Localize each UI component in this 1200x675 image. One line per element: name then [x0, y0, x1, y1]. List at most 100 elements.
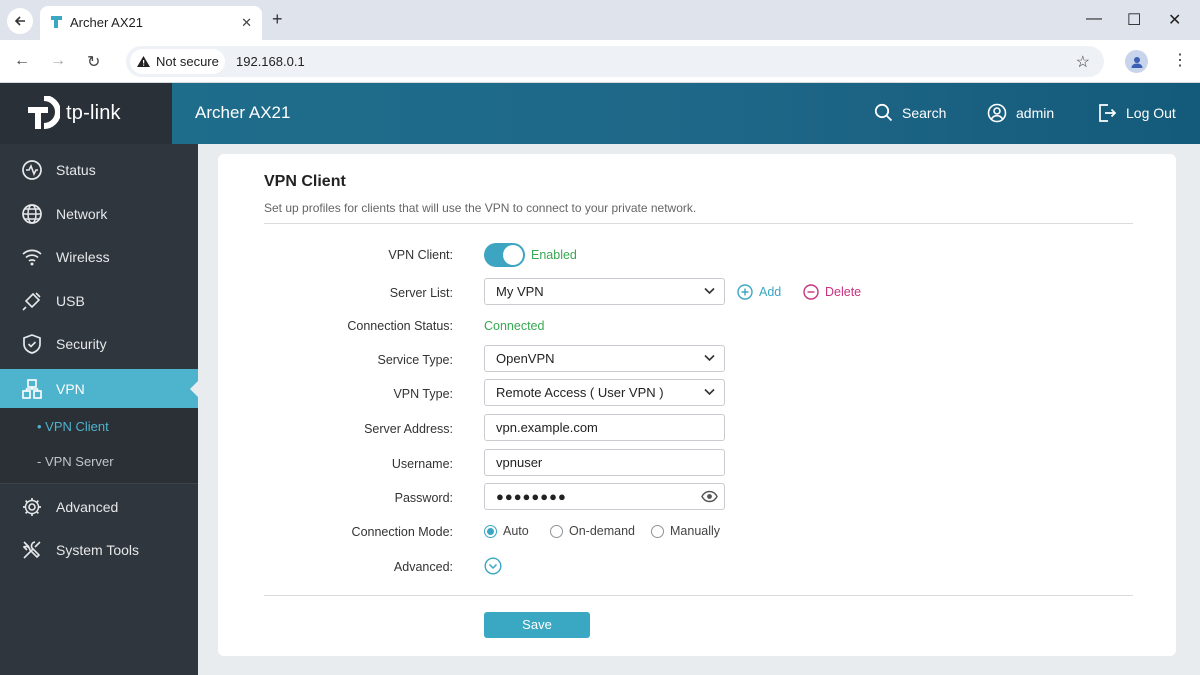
sidebar-item-security[interactable]: Security [0, 324, 198, 364]
sidebar-item-label: USB [56, 293, 85, 309]
logo-text: tp-link [66, 102, 121, 124]
chevron-down-icon [704, 287, 715, 295]
profile-avatar[interactable] [1125, 50, 1148, 73]
submenu-vpn-server[interactable]: - VPN Server [37, 454, 114, 469]
vpn-client-label: VPN Client: [388, 248, 453, 262]
sidebar-item-status[interactable]: Status [0, 150, 198, 190]
service-type-select[interactable]: OpenVPN [484, 345, 725, 372]
url-text[interactable]: 192.168.0.1 [236, 54, 305, 69]
shield-icon [23, 334, 41, 354]
tools-icon [22, 541, 41, 559]
user-circle-icon [987, 103, 1007, 123]
sidebar-item-usb[interactable]: USB [0, 281, 198, 321]
browser-menu-button[interactable]: ⋮ [1172, 50, 1188, 70]
person-icon [1131, 56, 1142, 68]
header-search-button[interactable]: Search [874, 103, 946, 122]
divider [264, 223, 1133, 224]
tab-title: Archer AX21 [70, 15, 143, 30]
username-label: Username: [391, 457, 453, 471]
active-indicator [190, 381, 198, 397]
service-type-value: OpenVPN [496, 351, 555, 366]
page-description: Set up profiles for clients that will us… [264, 201, 697, 215]
vpn-type-label: VPN Type: [393, 387, 453, 401]
close-window-button[interactable]: ✕ [1168, 10, 1181, 30]
add-server-button[interactable]: Add [737, 284, 781, 300]
logout-label: Log Out [1126, 105, 1176, 121]
logout-button[interactable]: Log Out [1098, 103, 1176, 123]
page-title: VPN Client [264, 173, 346, 190]
vpn-submenu: • VPN Client - VPN Server [0, 408, 198, 484]
back-button[interactable]: ← [14, 52, 30, 70]
sidebar-item-label: Wireless [56, 249, 110, 265]
browser-tab-bar: Archer AX21 ✕ + — ☐ ✕ [0, 0, 1200, 40]
save-button[interactable]: Save [484, 612, 590, 638]
sidebar-item-label: VPN [56, 380, 85, 397]
vpn-type-value: Remote Access ( User VPN ) [496, 385, 664, 400]
logout-icon [1099, 104, 1117, 122]
sidebar-item-advanced[interactable]: Advanced [0, 487, 198, 527]
bookmark-star-icon[interactable]: ☆ [1076, 52, 1090, 72]
tplink-favicon-icon [50, 14, 64, 33]
usb-icon [22, 292, 41, 311]
sidebar-item-vpn[interactable]: VPN [0, 369, 198, 408]
vpn-client-panel: VPN Client Set up profiles for clients t… [218, 154, 1176, 656]
expand-chevron-icon[interactable] [484, 557, 502, 575]
delete-label: Delete [825, 285, 862, 299]
connection-status-label: Connection Status: [347, 319, 453, 333]
arrow-left-icon [14, 16, 25, 26]
wifi-icon [22, 249, 42, 266]
connection-mode-label: Connection Mode: [351, 525, 453, 539]
delete-server-button[interactable]: Delete [803, 284, 861, 300]
plus-circle-icon [737, 284, 753, 300]
password-value: ●●●●●●●● [496, 489, 567, 504]
mode-auto-radio[interactable]: Auto [484, 524, 529, 538]
username-input[interactable]: vpnuser [484, 449, 725, 476]
server-address-input[interactable]: vpn.example.com [484, 414, 725, 441]
radio-unselected-icon [550, 524, 563, 538]
service-type-label: Service Type: [377, 353, 453, 367]
search-label: Search [902, 104, 947, 121]
radio-unselected-icon [651, 524, 664, 538]
server-list-value: My VPN [496, 284, 544, 299]
submenu-vpn-client[interactable]: • VPN Client [37, 419, 109, 434]
vpn-type-select[interactable]: Remote Access ( User VPN ) [484, 379, 725, 406]
security-chip[interactable]: Not secure [130, 49, 225, 74]
mode-manually-label: Manually [670, 524, 721, 538]
mode-on-demand-radio[interactable]: On-demand [550, 524, 635, 538]
eye-icon[interactable] [701, 490, 718, 503]
reload-button[interactable]: ↻ [87, 52, 100, 72]
tab-search-button[interactable] [7, 8, 33, 34]
add-label: Add [759, 285, 782, 299]
minimize-button[interactable]: — [1086, 10, 1102, 28]
sidebar-item-label: Advanced [56, 499, 119, 515]
tab-close-icon[interactable]: ✕ [241, 15, 252, 31]
minus-circle-icon [803, 284, 819, 300]
mode-manually-radio[interactable]: Manually [651, 524, 720, 538]
forward-button[interactable]: → [50, 52, 66, 70]
vpn-client-toggle[interactable] [484, 243, 525, 267]
sidebar: Status Network Wireless USB Security VPN… [0, 144, 198, 675]
sidebar-item-wireless[interactable]: Wireless [0, 237, 198, 277]
sidebar-item-label: Security [56, 336, 107, 352]
tplink-logo: tp-link [0, 83, 172, 144]
address-bar: ← → ↻ Not secure 192.168.0.1 ☆ ⋮ [0, 40, 1200, 83]
maximize-button[interactable]: ☐ [1127, 10, 1141, 30]
sidebar-item-label: System Tools [56, 542, 139, 558]
new-tab-button[interactable]: + [272, 10, 283, 28]
user-label: admin [1016, 105, 1055, 121]
header-user-button[interactable]: admin [987, 103, 1054, 123]
password-input[interactable]: ●●●●●●●● [484, 483, 725, 510]
sidebar-item-label: Network [56, 206, 108, 222]
sidebar-item-system-tools[interactable]: System Tools [0, 530, 198, 570]
omnibox[interactable]: Not secure 192.168.0.1 ☆ [126, 46, 1104, 77]
connection-status-value: Connected [484, 319, 545, 333]
gear-icon [23, 498, 41, 516]
server-list-select[interactable]: My VPN [484, 278, 725, 305]
device-name: Archer AX21 [195, 103, 291, 122]
chevron-down-icon [704, 354, 715, 362]
mode-on-demand-label: On-demand [569, 524, 636, 538]
globe-icon [22, 204, 42, 224]
browser-tab[interactable]: Archer AX21 ✕ [40, 6, 262, 40]
sidebar-item-network[interactable]: Network [0, 194, 198, 234]
password-label: Password: [394, 491, 453, 505]
